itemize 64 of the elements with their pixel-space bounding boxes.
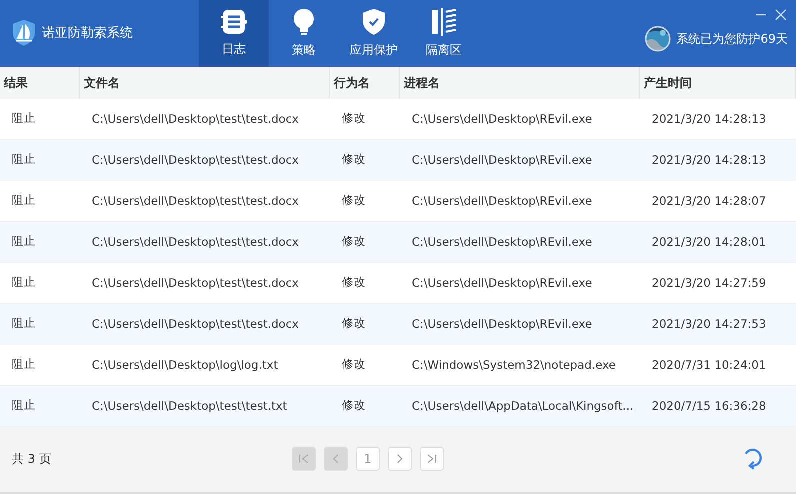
table-cell-text: 2021/3/20 14:27:53: [651, 316, 768, 330]
table-cell-text: 修改: [341, 152, 367, 167]
table-cell-text: 阻止: [11, 357, 37, 372]
table-cell-text: 修改: [341, 234, 367, 249]
page-count: 共 3 页: [12, 450, 52, 468]
table-cell-text: C:\Users\dell\Desktop\test\test.txt: [91, 398, 288, 412]
table-cell-text: C:\Users\dell\Desktop\REvil.exe: [411, 152, 594, 166]
table-cell-text: C:\Users\dell\Desktop\test\test.docx: [91, 234, 300, 248]
table-cell-text: 阻止: [11, 275, 37, 290]
column-header: 行为名: [330, 66, 400, 98]
table-cell-text: C:\Users\dell\Desktop\REvil.exe: [411, 194, 594, 208]
table-cell-text: C:\Users\dell\Desktop\log\log.txt: [91, 358, 280, 372]
nav-tab[interactable]: 策略: [269, 0, 339, 66]
sailboat-shield-icon: [12, 19, 36, 48]
table-cell-text: 修改: [341, 111, 367, 126]
table-cell-text: C:\Users\dell\AppData\Local\Kingsoft...: [411, 398, 635, 412]
table-cell-text: C:\Windows\System32\notepad.exe: [411, 358, 617, 372]
table-cell-text: 2021/3/20 14:28:01: [651, 234, 768, 248]
table-cell-text: 2021/3/20 14:28:13: [651, 152, 768, 166]
column-header: 进程名: [400, 66, 640, 98]
last-page-button[interactable]: [420, 447, 444, 472]
close-button[interactable]: [774, 8, 788, 22]
notebook-icon: [220, 8, 248, 35]
table-cell-text: C:\Users\dell\Desktop\test\test.docx: [91, 276, 300, 290]
table-cell-text: 修改: [341, 275, 367, 290]
table-cell-text: 2021/3/20 14:28:13: [651, 112, 768, 126]
table-cell-text: 修改: [341, 357, 367, 372]
protection-status: 系统已为您防护69天: [676, 30, 788, 48]
column-header: 产生时间: [640, 66, 796, 98]
table-cell-text: 修改: [341, 193, 367, 208]
table-cell-text: 阻止: [11, 316, 37, 331]
table-cell-text: 2020/7/15 16:36:28: [651, 398, 768, 412]
table-cell-text: 阻止: [11, 111, 37, 126]
table-cell-text: C:\Users\dell\Desktop\REvil.exe: [411, 234, 594, 248]
column-header: 文件名: [80, 66, 330, 98]
refresh-icon[interactable]: [742, 448, 762, 470]
table-cell-text: 修改: [341, 398, 367, 413]
first-page-icon: [298, 453, 310, 466]
nav-tab[interactable]: 应用保护: [339, 0, 409, 66]
close-icon: [775, 9, 787, 21]
table-cell-text: C:\Users\dell\Desktop\test\test.docx: [91, 194, 300, 208]
table-cell-text: C:\Users\dell\Desktop\test\test.docx: [91, 316, 300, 330]
lightbulb-icon: [292, 8, 316, 36]
table-cell-text: 阻止: [11, 234, 37, 249]
page-button[interactable]: 1: [356, 447, 380, 472]
next-page-button[interactable]: [388, 447, 412, 472]
table-cell-text: C:\Users\dell\Desktop\REvil.exe: [411, 112, 594, 126]
table-cell-text: C:\Users\dell\Desktop\REvil.exe: [411, 276, 594, 290]
column-header: 结果: [0, 66, 80, 98]
table-cell-text: C:\Users\dell\Desktop\test\test.docx: [91, 112, 300, 126]
table-cell-text: 2021/3/20 14:28:07: [651, 194, 768, 208]
table-cell-text: 2020/7/31 10:24:01: [651, 358, 768, 372]
nav-tab[interactable]: 日志: [199, 0, 269, 66]
table-cell-text: 阻止: [11, 193, 37, 208]
table-cell-text: C:\Users\dell\Desktop\REvil.exe: [411, 316, 594, 330]
table-cell-text: 阻止: [11, 152, 37, 167]
nav-tab[interactable]: 隔离区: [409, 0, 479, 66]
table-cell-text: 2021/3/20 14:27:59: [651, 276, 768, 290]
last-page-icon: [426, 453, 438, 466]
shield-check-icon: [362, 8, 386, 36]
table-cell-text: 阻止: [11, 398, 37, 413]
table-cell-text: 修改: [341, 316, 367, 331]
app-title: 诺亚防勒索系统: [42, 25, 133, 42]
table-cell-text: C:\Users\dell\Desktop\test\test.docx: [91, 152, 300, 166]
